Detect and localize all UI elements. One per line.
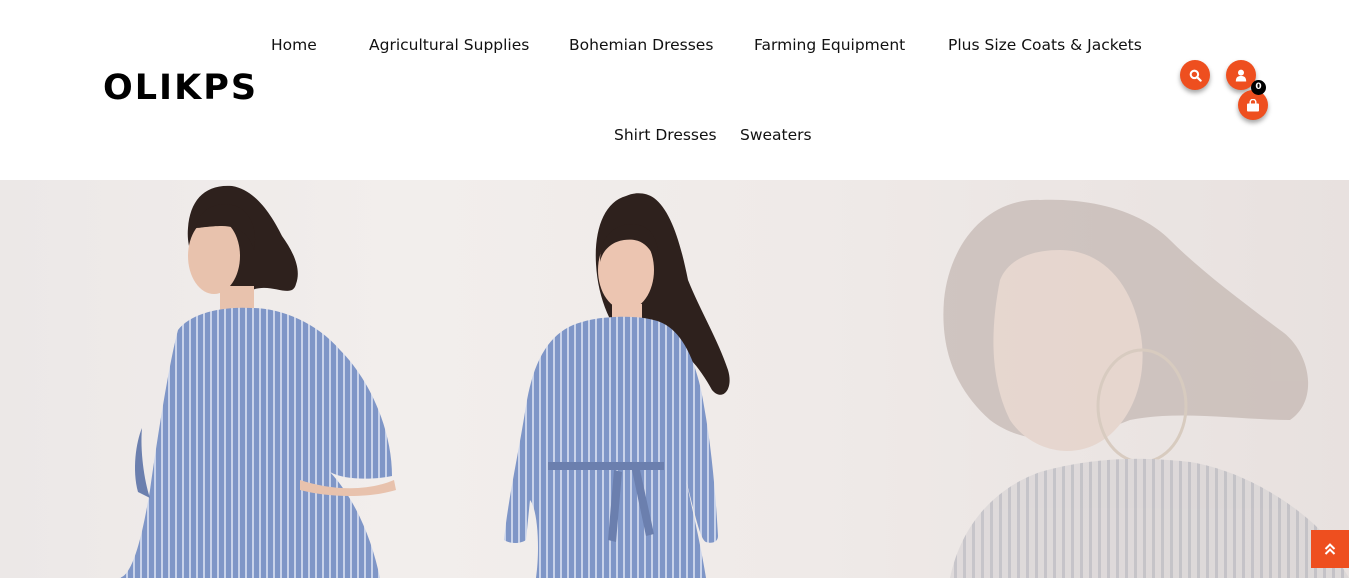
- nav-item-sweaters[interactable]: Sweaters: [740, 125, 812, 145]
- back-to-top-button[interactable]: [1311, 530, 1349, 568]
- search-icon: [1189, 69, 1202, 82]
- vertical-scrollbar[interactable]: [1349, 0, 1366, 578]
- nav-item-home[interactable]: Home: [271, 35, 317, 55]
- cart-count-badge: 0: [1251, 80, 1266, 95]
- hero-banner-image: [118, 185, 1349, 578]
- hero-banner[interactable]: [0, 180, 1349, 578]
- nav-item-bohemian-dresses[interactable]: Bohemian Dresses: [569, 35, 713, 55]
- site-logo[interactable]: OLIKPS: [103, 68, 258, 108]
- nav-item-shirt-dresses[interactable]: Shirt Dresses: [614, 125, 717, 145]
- model-front-view: [504, 193, 730, 578]
- nav-item-agricultural-supplies[interactable]: Agricultural Supplies: [369, 35, 529, 55]
- site-header: OLIKPS Home Agricultural Supplies Bohemi…: [0, 0, 1366, 180]
- nav-item-plus-size-coats-jackets[interactable]: Plus Size Coats & Jackets: [948, 35, 1142, 55]
- nav-item-farming-equipment[interactable]: Farming Equipment: [754, 35, 905, 55]
- model-closeup-faded: [943, 199, 1349, 578]
- double-chevron-up-icon: [1324, 543, 1336, 555]
- cart-button[interactable]: [1238, 90, 1268, 120]
- search-button[interactable]: [1180, 60, 1210, 90]
- shopping-bag-icon: [1247, 98, 1259, 111]
- model-back-view: [118, 185, 396, 578]
- user-icon: [1235, 69, 1247, 81]
